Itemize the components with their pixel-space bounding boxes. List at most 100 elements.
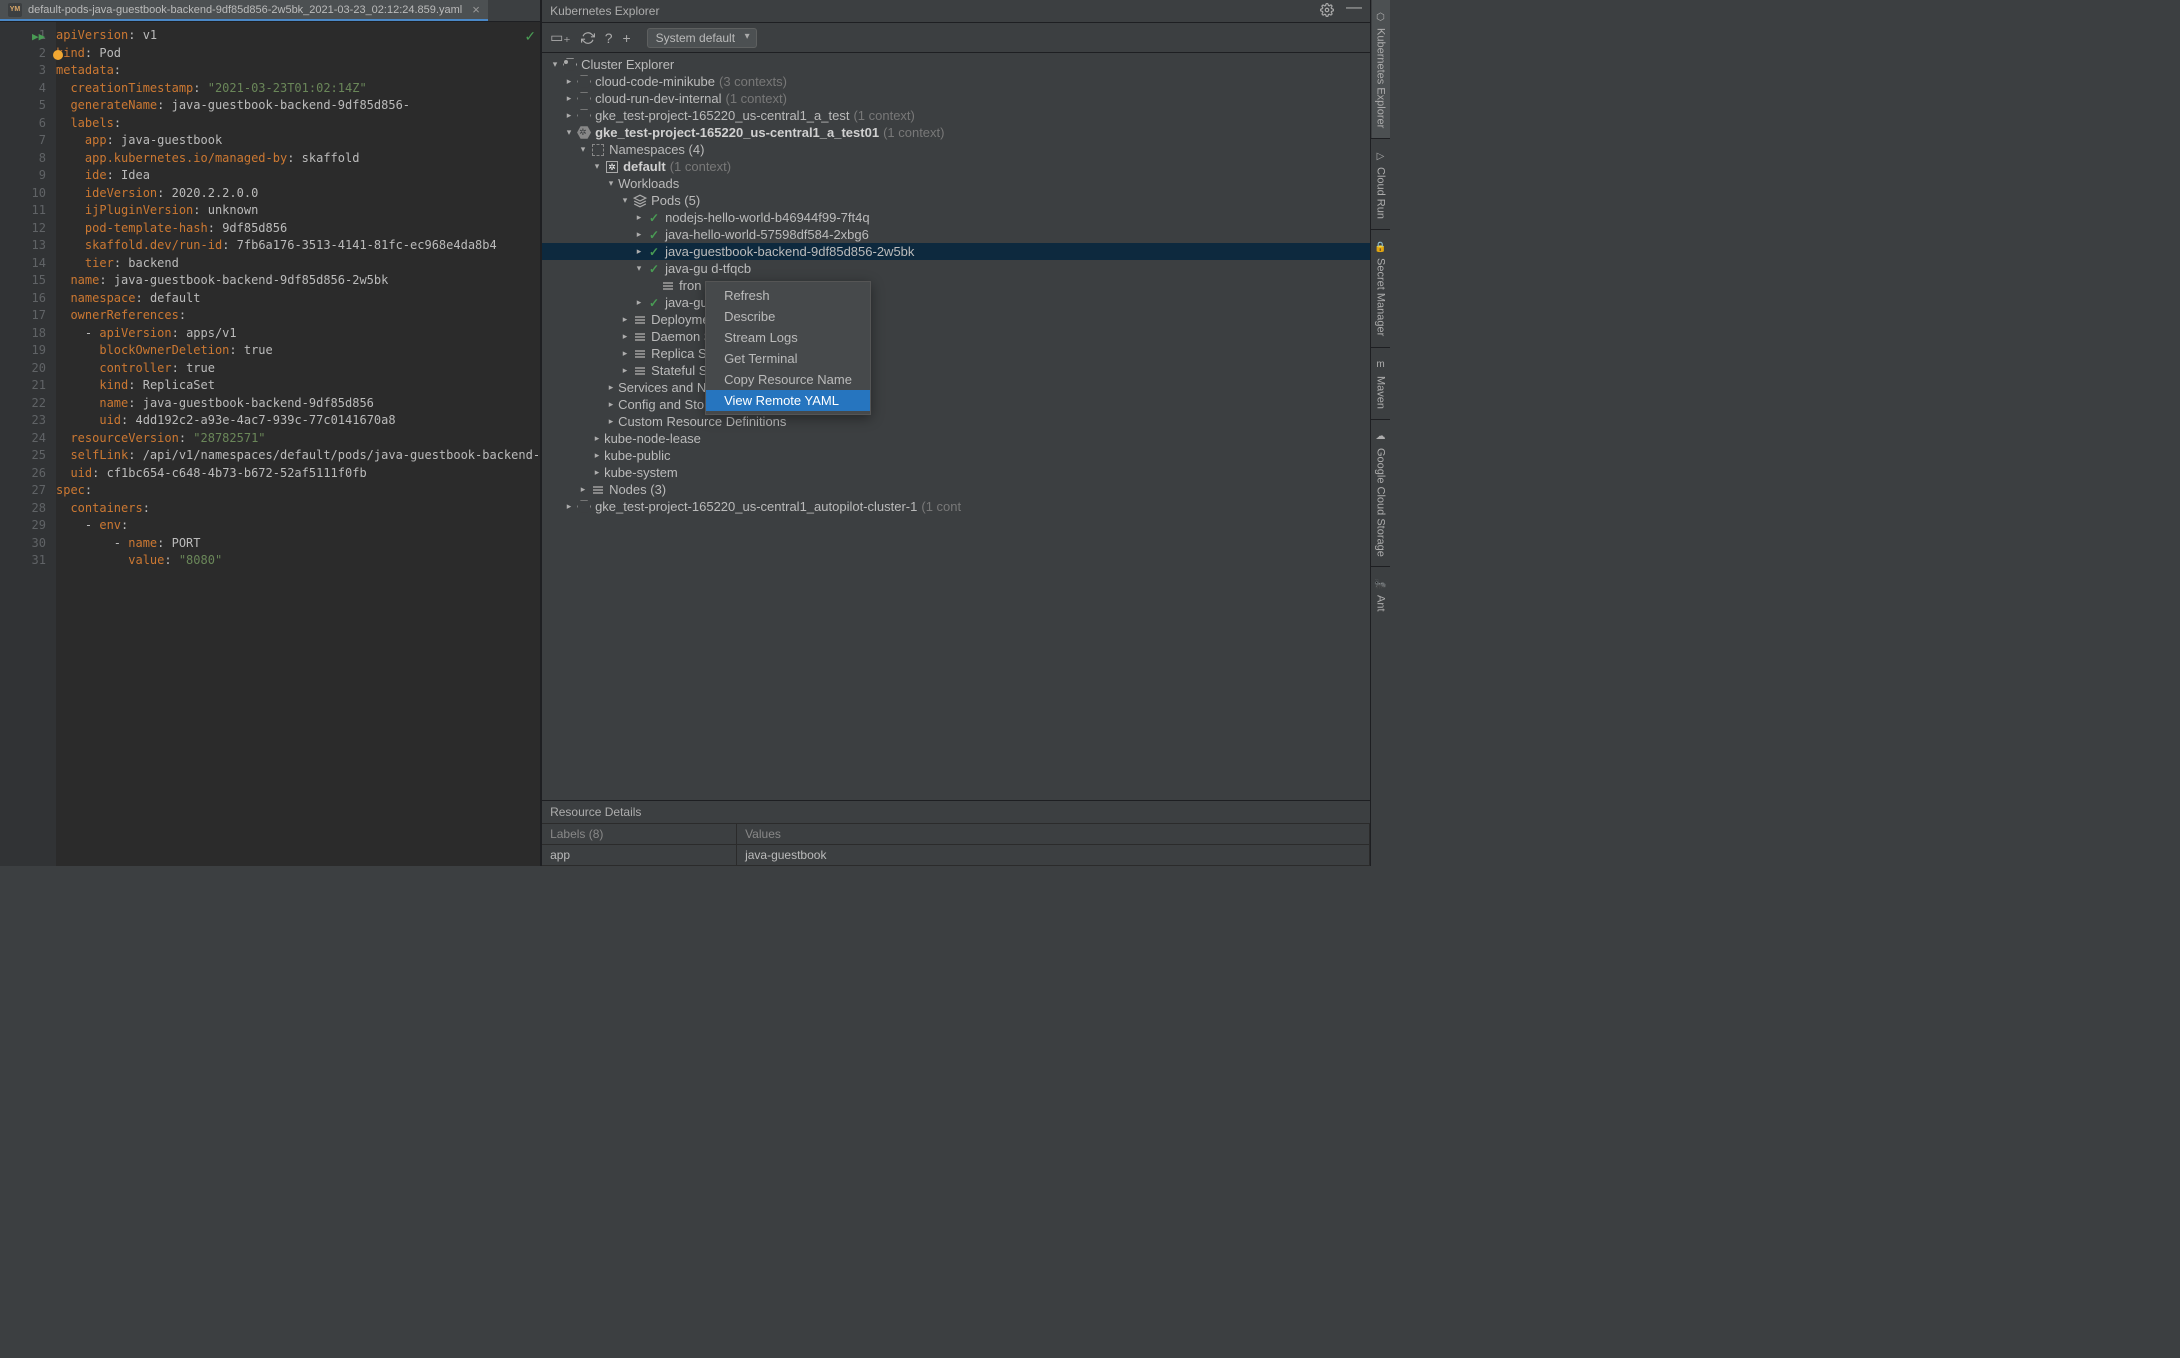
- twistie-icon[interactable]: ▸: [590, 450, 604, 461]
- tree-row[interactable]: ▸cloud-run-dev-internal(1 context): [542, 90, 1370, 107]
- code-area[interactable]: apiVersion: v1kind: Podmetadata: creatio…: [56, 22, 540, 866]
- menu-item-view-remote-yaml[interactable]: View Remote YAML: [706, 390, 870, 411]
- twistie-icon[interactable]: ▾: [604, 178, 618, 189]
- resource-details-panel: Resource Details Labels (8) Values app j…: [542, 800, 1370, 866]
- twistie-icon[interactable]: ▸: [562, 110, 576, 121]
- twistie-icon[interactable]: ▸: [632, 212, 646, 223]
- tree-row[interactable]: ▸ Deployme: [542, 311, 1370, 328]
- tree-row[interactable]: ▸✓nodejs-hello-world-b46944f99-7ft4q: [542, 209, 1370, 226]
- side-tab-secret-manager[interactable]: 🔒Secret Manager: [1372, 230, 1390, 346]
- side-tab-cloud-run[interactable]: ▷Cloud Run: [1372, 139, 1390, 229]
- validation-check-icon[interactable]: ✓: [524, 28, 536, 45]
- run-gutter-icon[interactable]: ▶▶: [32, 28, 45, 46]
- side-tab-ant[interactable]: 🐜Ant: [1372, 567, 1390, 622]
- tree-label: Deployme: [651, 312, 710, 327]
- tree-row[interactable]: ▾✓java-gu d-tfqcb: [542, 260, 1370, 277]
- twistie-icon[interactable]: ▸: [562, 76, 576, 87]
- hex-icon: [576, 92, 592, 106]
- tree-row[interactable]: ▾✲gke_test-project-165220_us-central1_a_…: [542, 124, 1370, 141]
- tree-row[interactable]: ▾Cluster Explorer: [542, 56, 1370, 73]
- twistie-icon[interactable]: ▸: [604, 399, 618, 410]
- twistie-icon[interactable]: ▸: [618, 314, 632, 325]
- twistie-icon[interactable]: ▸: [618, 331, 632, 342]
- twistie-icon[interactable]: ▾: [590, 161, 604, 172]
- menu-item-refresh[interactable]: Refresh: [706, 285, 870, 306]
- tree-label: cloud-run-dev-internal: [595, 91, 721, 106]
- cluster-icon: [562, 58, 578, 72]
- breakpoint-dot-icon[interactable]: [53, 50, 63, 60]
- tree-row[interactable]: ▸cloud-code-minikube(3 contexts): [542, 73, 1370, 90]
- twistie-icon[interactable]: ▸: [590, 433, 604, 444]
- context-dropdown[interactable]: System default: [647, 28, 757, 48]
- tree-row[interactable]: ▸✓java-hello-world-57598df584-2xbg6: [542, 226, 1370, 243]
- twistie-icon[interactable]: ▸: [618, 348, 632, 359]
- twistie-icon[interactable]: ▸: [618, 365, 632, 376]
- lay-icon: [632, 365, 648, 377]
- add-context-icon[interactable]: ▭₊: [550, 29, 571, 46]
- tree-row[interactable]: ▸kube-public: [542, 447, 1370, 464]
- settings-icon[interactable]: [1320, 3, 1334, 20]
- menu-item-describe[interactable]: Describe: [706, 306, 870, 327]
- tree-label: kube-public: [604, 448, 671, 463]
- lay-icon: [660, 280, 676, 292]
- tree-label: fron: [679, 278, 701, 293]
- twistie-icon[interactable]: ▸: [604, 416, 618, 427]
- twistie-icon[interactable]: ▸: [590, 467, 604, 478]
- twistie-icon[interactable]: ▾: [576, 144, 590, 155]
- tree-row[interactable]: ▸Nodes (3): [542, 481, 1370, 498]
- tree-row[interactable]: ▾Pods (5): [542, 192, 1370, 209]
- tree-row[interactable]: ▸Stateful Sets: [542, 362, 1370, 379]
- twistie-icon[interactable]: ▸: [632, 297, 646, 308]
- side-tab-maven[interactable]: mMaven: [1372, 348, 1390, 419]
- tree-row[interactable]: ▾Workloads: [542, 175, 1370, 192]
- check-icon: ✓: [646, 211, 662, 225]
- editor-tab[interactable]: YM default-pods-java-guestbook-backend-9…: [0, 0, 488, 21]
- tree-count: (1 cont: [921, 499, 961, 514]
- twistie-icon[interactable]: ▾: [562, 127, 576, 138]
- tree-label: Workloads: [618, 176, 679, 191]
- line-number-gutter[interactable]: ▶▶ 1234567891011121314151617181920212223…: [0, 22, 56, 866]
- tree-label: gke_test-project-165220_us-central1_a_te…: [595, 125, 879, 140]
- resource-details-title: Resource Details: [542, 801, 1370, 824]
- twistie-icon[interactable]: ▸: [632, 246, 646, 257]
- cluster-tree[interactable]: ▾Cluster Explorer▸cloud-code-minikube(3 …: [542, 53, 1370, 800]
- tree-row[interactable]: ▸Services and Network: [542, 379, 1370, 396]
- explorer-header: Kubernetes Explorer —: [542, 0, 1370, 23]
- tree-row[interactable]: ▸kube-system: [542, 464, 1370, 481]
- tree-row[interactable]: ▸ gke_test-project-165220_us-central1_a_t…: [542, 107, 1370, 124]
- twistie-icon[interactable]: ▾: [548, 59, 562, 70]
- tree-row[interactable]: ▸✓java-guestbook-backend-9df85d856-2w5bk: [542, 243, 1370, 260]
- tree-label: nodejs-hello-world-b46944f99-7ft4q: [665, 210, 870, 225]
- tree-row[interactable]: ▾Namespaces (4): [542, 141, 1370, 158]
- tree-label: gke_test-project-165220_us-central1_a_te…: [595, 108, 849, 123]
- side-tab-icon: 🔒: [1374, 240, 1388, 254]
- twistie-icon[interactable]: ▾: [632, 263, 646, 274]
- tree-row[interactable]: ▸Config and Storage: [542, 396, 1370, 413]
- tree-row[interactable]: ▸Daemon S: [542, 328, 1370, 345]
- editor-body[interactable]: ✓ ▶▶ 12345678910111213141516171819202122…: [0, 22, 540, 866]
- twistie-icon[interactable]: ▾: [618, 195, 632, 206]
- add-icon[interactable]: +: [622, 30, 630, 46]
- close-icon[interactable]: ×: [472, 2, 480, 17]
- refresh-icon[interactable]: [581, 31, 595, 45]
- twistie-icon[interactable]: ▸: [632, 229, 646, 240]
- twistie-icon[interactable]: ▸: [576, 484, 590, 495]
- menu-item-copy-resource-name[interactable]: Copy Resource Name: [706, 369, 870, 390]
- hex-icon: [576, 109, 592, 123]
- tree-row[interactable]: ▸kube-node-lease: [542, 430, 1370, 447]
- tree-row[interactable]: ▸Replica Sets (7): [542, 345, 1370, 362]
- minimize-icon[interactable]: —: [1346, 3, 1362, 20]
- twistie-icon[interactable]: ▸: [562, 93, 576, 104]
- twistie-icon[interactable]: ▸: [562, 501, 576, 512]
- side-tab-google-cloud-storage[interactable]: ☁Google Cloud Storage: [1372, 420, 1390, 567]
- tree-row[interactable]: ▸Custom Resource Definitions: [542, 413, 1370, 430]
- tree-row[interactable]: ▸gke_test-project-165220_us-central1_aut…: [542, 498, 1370, 515]
- help-icon[interactable]: ?: [605, 30, 613, 46]
- side-tab-kubernetes-explorer[interactable]: ⬡Kubernetes Explorer: [1372, 0, 1390, 138]
- tree-row[interactable]: ▾✲default(1 context): [542, 158, 1370, 175]
- menu-item-get-terminal[interactable]: Get Terminal: [706, 348, 870, 369]
- menu-item-stream-logs[interactable]: Stream Logs: [706, 327, 870, 348]
- tree-row[interactable]: ▸✓java-gu 9-4v2j8: [542, 294, 1370, 311]
- tree-row[interactable]: fron: [542, 277, 1370, 294]
- twistie-icon[interactable]: ▸: [604, 382, 618, 393]
